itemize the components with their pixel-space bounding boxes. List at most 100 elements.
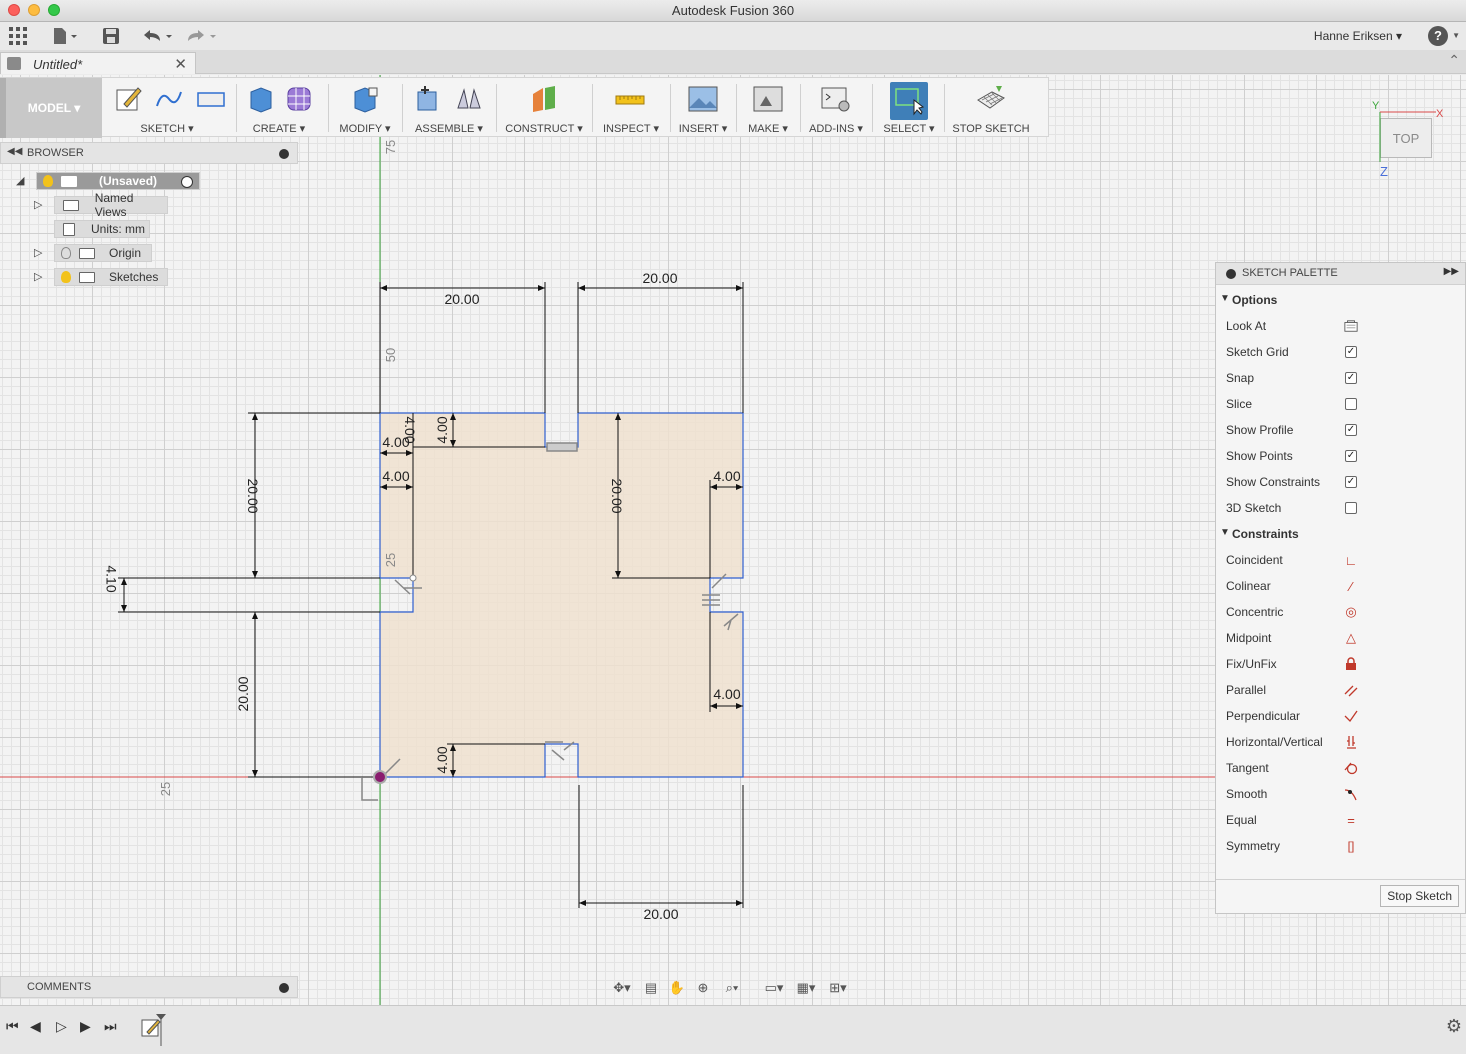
constraint-parallel[interactable]: Parallel — [1216, 677, 1465, 703]
undo-icon[interactable] — [140, 26, 176, 46]
coincident-icon[interactable]: ∟ — [1344, 553, 1358, 568]
browser-root-node[interactable]: (Unsaved) — [36, 172, 200, 190]
horizontal-vertical-icon[interactable] — [1344, 735, 1358, 749]
3d-sketch-checkbox[interactable] — [1345, 502, 1357, 514]
save-icon[interactable] — [100, 26, 122, 46]
smooth-icon[interactable] — [1344, 787, 1358, 801]
equal-icon[interactable]: = — [1344, 813, 1358, 828]
options-section-header[interactable]: ▼ Options — [1216, 290, 1465, 310]
collapse-root-icon[interactable]: ◢ — [16, 174, 24, 187]
palette-minimize-icon[interactable] — [1226, 269, 1236, 279]
timeline-last-icon[interactable]: ⏭ — [104, 1018, 117, 1035]
timeline-sketch-feature-icon[interactable] — [140, 1012, 170, 1048]
addins-icon[interactable] — [821, 84, 851, 114]
add-comment-icon[interactable] — [279, 983, 289, 993]
create-icon[interactable] — [246, 84, 276, 114]
option-look-at[interactable]: Look At — [1216, 313, 1465, 339]
colinear-icon[interactable]: ⁄ — [1344, 579, 1358, 594]
show-constraints-checkbox[interactable]: ✓ — [1345, 476, 1357, 488]
stop-sketch-icon[interactable] — [976, 84, 1006, 114]
toolbar-addins-label[interactable]: ADD-INS ▾ — [804, 122, 868, 135]
collapse-constraints-icon[interactable]: ▼ — [1220, 527, 1230, 538]
sketch-grid-checkbox[interactable]: ✓ — [1345, 346, 1357, 358]
toolbar-group-stop-sketch[interactable]: STOP SKETCH — [948, 78, 1034, 138]
constraint-midpoint[interactable]: Midpoint △ — [1216, 625, 1465, 651]
app-grid-icon[interactable] — [8, 26, 28, 46]
toolbar-group-insert[interactable]: INSERT ▾ — [674, 78, 732, 138]
constraint-perpendicular[interactable]: Perpendicular — [1216, 703, 1465, 729]
help-icon[interactable]: ? — [1428, 26, 1448, 46]
inspect-icon[interactable] — [615, 84, 645, 114]
palette-expand-icon[interactable]: ▶▶ — [1444, 266, 1459, 277]
collapse-browser-icon[interactable]: ◀◀ — [7, 146, 22, 157]
option-3d-sketch[interactable]: 3D Sketch — [1216, 495, 1465, 521]
symmetry-icon[interactable]: [] — [1344, 839, 1358, 853]
assemble-icon[interactable] — [412, 84, 442, 114]
construct-icon[interactable] — [529, 84, 559, 114]
spline-icon[interactable] — [154, 84, 184, 114]
option-snap[interactable]: Snap ✓ — [1216, 365, 1465, 391]
zoom-icon[interactable]: ⊕ — [692, 979, 714, 997]
constraint-smooth[interactable]: Smooth — [1216, 781, 1465, 807]
lock-icon[interactable] — [1344, 657, 1358, 671]
timeline-next-icon[interactable]: ▶ — [80, 1018, 91, 1035]
sketch-icon[interactable] — [114, 84, 144, 114]
snap-checkbox[interactable]: ✓ — [1345, 372, 1357, 384]
lightbulb-off-icon[interactable] — [61, 247, 71, 259]
constraint-fix-unfix[interactable]: Fix/UnFix — [1216, 651, 1465, 677]
joint-icon[interactable] — [454, 84, 484, 114]
toolbar-group-assemble[interactable]: ASSEMBLE ▾ — [406, 78, 492, 138]
grid-settings-icon[interactable]: ▦▾ — [792, 979, 820, 997]
show-profile-checkbox[interactable]: ✓ — [1345, 424, 1357, 436]
constraint-colinear[interactable]: Colinear ⁄ — [1216, 573, 1465, 599]
tangent-icon[interactable] — [1344, 761, 1358, 775]
toolbar-modify-label[interactable]: MODIFY ▾ — [332, 122, 398, 135]
timeline-previous-icon[interactable]: ◀ — [30, 1018, 41, 1035]
parallel-icon[interactable] — [1344, 683, 1358, 697]
make-icon[interactable] — [753, 84, 783, 114]
timeline-play-icon[interactable]: ▷ — [56, 1018, 67, 1035]
browser-panel-header[interactable]: ◀◀ BROWSER — [0, 142, 298, 164]
pan-icon[interactable]: ✋ — [666, 979, 688, 997]
toolbar-insert-label[interactable]: INSERT ▾ — [674, 122, 732, 135]
look-at-nav-icon[interactable]: ▤ — [640, 979, 662, 997]
viewports-icon[interactable]: ⊞▾ — [824, 979, 852, 997]
midpoint-icon[interactable]: △ — [1344, 630, 1358, 645]
rectangle-icon[interactable] — [196, 84, 226, 114]
toolbar-make-label[interactable]: MAKE ▾ — [740, 122, 796, 135]
timeline-first-icon[interactable]: ⏮ — [6, 1018, 19, 1035]
look-at-icon[interactable] — [1344, 319, 1358, 333]
toolbar-select-label[interactable]: SELECT ▾ — [878, 122, 940, 135]
constraint-horizontal-vertical[interactable]: Horizontal/Vertical — [1216, 729, 1465, 755]
user-menu[interactable]: Hanne Eriksen ▾ — [1314, 29, 1402, 43]
toolbar-group-addins[interactable]: ADD-INS ▾ — [804, 78, 868, 138]
expand-sketches-icon[interactable]: ▷ — [34, 270, 42, 283]
toolbar-group-make[interactable]: MAKE ▾ — [740, 78, 796, 138]
collapse-options-icon[interactable]: ▼ — [1220, 293, 1230, 304]
orbit-icon[interactable]: ✥▾ — [608, 979, 636, 997]
document-tab[interactable]: Untitled* ✕ — [0, 52, 196, 74]
toolbar-create-label[interactable]: CREATE ▾ — [240, 122, 318, 135]
constraints-section-header[interactable]: ▼ Constraints — [1216, 524, 1465, 544]
toolbar-group-sketch[interactable]: SKETCH ▾ — [108, 78, 226, 138]
constraint-coincident[interactable]: Coincident ∟ — [1216, 547, 1465, 573]
toolbar-group-modify[interactable]: MODIFY ▾ — [332, 78, 398, 138]
toolbar-stop-sketch-label[interactable]: STOP SKETCH — [948, 123, 1034, 135]
concentric-icon[interactable]: ◎ — [1344, 604, 1358, 619]
lightbulb-icon[interactable] — [61, 271, 71, 283]
toolbar-inspect-label[interactable]: INSPECT ▾ — [596, 122, 666, 135]
slice-checkbox[interactable] — [1345, 398, 1357, 410]
option-show-profile[interactable]: Show Profile ✓ — [1216, 417, 1465, 443]
lightbulb-icon[interactable] — [43, 175, 53, 187]
toolbar-group-construct[interactable]: CONSTRUCT ▾ — [500, 78, 588, 138]
workspace-switcher[interactable]: MODEL ▾ — [0, 78, 102, 138]
show-points-checkbox[interactable]: ✓ — [1345, 450, 1357, 462]
modify-icon[interactable] — [350, 84, 380, 114]
toolbar-assemble-label[interactable]: ASSEMBLE ▾ — [406, 122, 492, 135]
select-icon[interactable] — [894, 86, 924, 116]
toolbar-group-create[interactable]: CREATE ▾ — [240, 78, 318, 138]
constraint-tangent[interactable]: Tangent — [1216, 755, 1465, 781]
close-tab-icon[interactable]: ✕ — [174, 55, 187, 73]
toolbar-sketch-label[interactable]: SKETCH ▾ — [108, 122, 226, 135]
expand-named-views-icon[interactable]: ▷ — [34, 198, 42, 211]
